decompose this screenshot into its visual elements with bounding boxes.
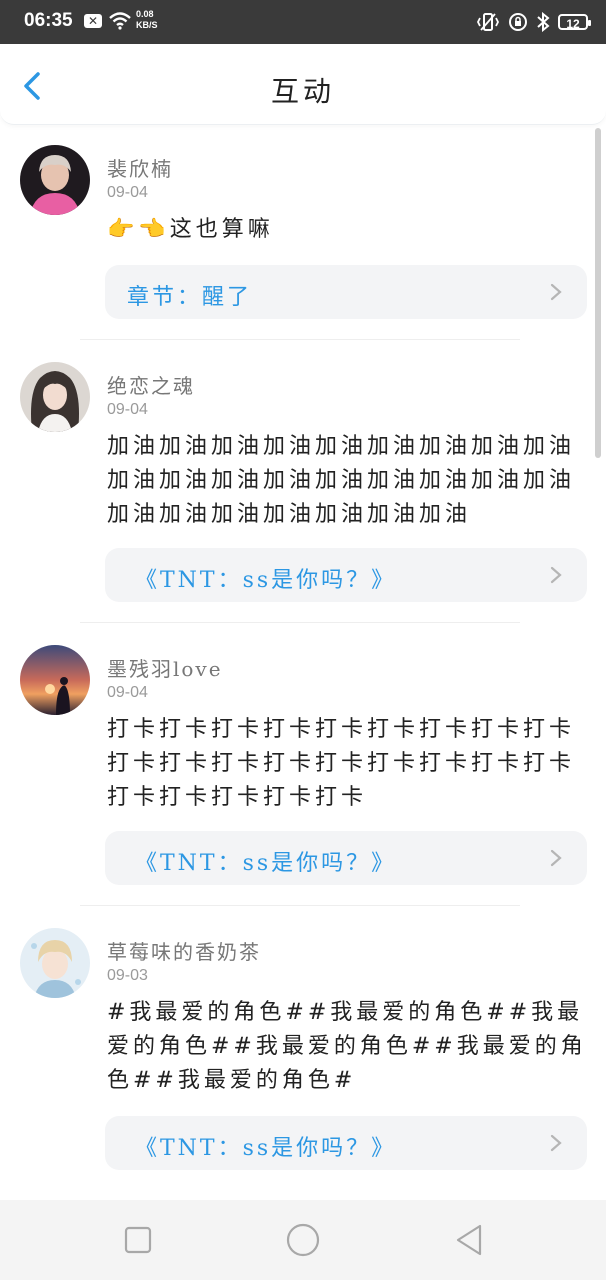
user-name[interactable]: 草莓味的香奶茶 bbox=[107, 936, 261, 965]
user-name[interactable]: 绝恋之魂 bbox=[107, 370, 195, 399]
bluetooth-icon bbox=[537, 12, 550, 32]
wifi-icon bbox=[109, 12, 131, 30]
post-date: 09-04 bbox=[107, 184, 148, 201]
avatar[interactable] bbox=[20, 928, 90, 998]
vibrate-icon bbox=[476, 13, 500, 31]
post-date: 09-04 bbox=[107, 401, 148, 418]
chapter-label: 《TNT：ss是你吗？》 bbox=[135, 851, 397, 876]
home-button[interactable] bbox=[283, 1220, 323, 1260]
chevron-right-icon bbox=[550, 1134, 562, 1152]
chapter-link[interactable]: 《TNT：ss是你吗？》 bbox=[105, 831, 587, 885]
comment-body: 这也算嘛 bbox=[169, 217, 274, 242]
chapter-label: 《TNT：ss是你吗？》 bbox=[135, 1136, 397, 1161]
user-name[interactable]: 裴欣楠 bbox=[107, 153, 173, 182]
chapter-label: 《TNT：ss是你吗？》 bbox=[135, 568, 397, 593]
network-speed: 0.08 KB/S bbox=[136, 9, 158, 31]
chapter-link[interactable]: 《TNT：ss是你吗？》 bbox=[105, 1116, 587, 1170]
post-date: 09-03 bbox=[107, 967, 148, 984]
comment-text: #我最爱的角色##我最爱的角色##我最爱的角色##我最爱的角色##我最爱的角色#… bbox=[107, 1000, 587, 1093]
page-title: 互动 bbox=[270, 75, 335, 108]
system-nav-bar bbox=[0, 1200, 606, 1280]
back-nav-button[interactable] bbox=[450, 1220, 490, 1260]
avatar[interactable] bbox=[20, 145, 90, 215]
avatar[interactable] bbox=[20, 645, 90, 715]
list-item: 绝恋之魂 09-04 加油加油加油加油加油加油加油加油加油加油加油加油加油加油加… bbox=[0, 340, 606, 623]
pointing-hands-emoji: 👉👈 bbox=[107, 217, 170, 242]
status-bar: 06:35 ✕ 0.08 KB/S 12 bbox=[0, 0, 606, 44]
chapter-link[interactable]: 章节：醒了 bbox=[105, 265, 587, 319]
notification-x-icon: ✕ bbox=[84, 14, 102, 28]
comment-text: 👉👈这也算嘛 bbox=[107, 213, 587, 247]
avatar[interactable] bbox=[20, 362, 90, 432]
top-app-bar: 互动 bbox=[0, 44, 606, 125]
network-speed-unit: KB/S bbox=[136, 20, 158, 30]
battery-indicator: 12 bbox=[558, 14, 591, 31]
comment-text: 加油加油加油加油加油加油加油加油加油加油加油加油加油加油加油加油加油加油加油加油… bbox=[107, 434, 576, 527]
status-time: 06:35 bbox=[24, 10, 73, 31]
chapter-label: 章节：醒了 bbox=[127, 285, 253, 310]
chevron-right-icon bbox=[550, 283, 562, 301]
recent-apps-button[interactable] bbox=[118, 1220, 158, 1260]
comment-text: 打卡打卡打卡打卡打卡打卡打卡打卡打卡打卡打卡打卡打卡打卡打卡打卡打卡打卡打卡打卡… bbox=[107, 717, 576, 810]
chevron-right-icon bbox=[550, 566, 562, 584]
chevron-right-icon bbox=[550, 849, 562, 867]
lock-rotation-icon bbox=[509, 13, 527, 31]
chapter-link[interactable]: 《TNT：ss是你吗？》 bbox=[105, 548, 587, 602]
network-speed-value: 0.08 bbox=[136, 9, 154, 19]
list-item: 裴欣楠 09-04 👉👈这也算嘛 章节：醒了 bbox=[0, 125, 606, 340]
list-item: 墨残羽love 09-04 打卡打卡打卡打卡打卡打卡打卡打卡打卡打卡打卡打卡打卡… bbox=[0, 623, 606, 906]
list-item: 草莓味的香奶茶 09-03 #我最爱的角色##我最爱的角色##我最爱的角色##我… bbox=[0, 906, 606, 1200]
user-name[interactable]: 墨残羽love bbox=[107, 653, 223, 682]
post-date: 09-04 bbox=[107, 684, 148, 701]
